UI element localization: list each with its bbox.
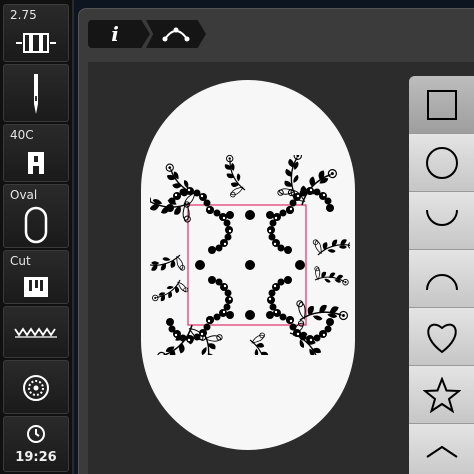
- shape-star-button[interactable]: [409, 366, 474, 424]
- clock-button[interactable]: 19:26: [3, 416, 69, 472]
- chevron-down-icon: [425, 445, 458, 458]
- hoop-value: Oval: [10, 188, 38, 202]
- cut-button[interactable]: Cut: [3, 250, 69, 304]
- stitch-type-button[interactable]: [3, 306, 69, 358]
- clock-icon: [4, 423, 68, 445]
- shape-circle-button[interactable]: [409, 134, 474, 192]
- shape-arc-down-button[interactable]: [409, 192, 474, 250]
- shape-palette: [409, 76, 474, 474]
- shape-more-button[interactable]: [409, 424, 474, 474]
- circle-icon: [425, 146, 458, 179]
- leaf-spray-bottom: [248, 331, 273, 355]
- presser-foot-button[interactable]: 40C: [3, 124, 69, 182]
- heart-icon: [426, 323, 457, 353]
- arc-down-icon: [425, 209, 458, 226]
- leaf-spray-left: [150, 254, 190, 305]
- info-icon: i: [111, 22, 119, 46]
- curve-points-icon: [162, 27, 190, 42]
- shape-square-button[interactable]: [409, 76, 474, 134]
- arc-up-icon: [425, 273, 458, 290]
- star-icon: [422, 376, 461, 413]
- embroidery-design[interactable]: [150, 155, 350, 355]
- presser-foot-value: 40C: [10, 128, 34, 142]
- shape-arc-up-button[interactable]: [409, 250, 474, 308]
- presser-foot-icon: [4, 147, 68, 179]
- curve-tab[interactable]: [146, 20, 206, 48]
- info-tab[interactable]: i: [88, 20, 150, 48]
- bead-chain-pattern: [166, 187, 334, 343]
- shape-heart-button[interactable]: [409, 308, 474, 366]
- leaf-spray-top-right: [275, 155, 343, 209]
- clock-time: 19:26: [15, 450, 57, 465]
- embroidery-editor-screen: 2.75 40C Oval Cut 19:26 i: [0, 0, 474, 474]
- cut-icon: [4, 273, 68, 301]
- cut-label: Cut: [10, 254, 31, 268]
- needle-button[interactable]: [3, 64, 69, 122]
- bobbin-button[interactable]: [3, 360, 69, 414]
- needle-icon: [4, 71, 68, 117]
- square-icon: [426, 89, 457, 120]
- leaf-spray-right: [310, 238, 350, 292]
- hoop-button[interactable]: Oval: [3, 184, 69, 248]
- breadcrumb: i: [88, 20, 206, 48]
- stitch-width-value: 2.75: [10, 8, 37, 22]
- bobbin-icon: [4, 367, 68, 409]
- left-sidebar: 2.75 40C Oval Cut 19:26: [0, 0, 74, 474]
- stitch-plate-icon: [4, 27, 68, 59]
- oval-hoop-icon: [4, 205, 68, 245]
- leaf-spray-bottom-right: [286, 298, 350, 355]
- leaf-spray-top: [222, 155, 247, 199]
- stitch-width-button[interactable]: 2.75: [3, 4, 69, 62]
- zigzag-stitch-icon: [4, 315, 68, 349]
